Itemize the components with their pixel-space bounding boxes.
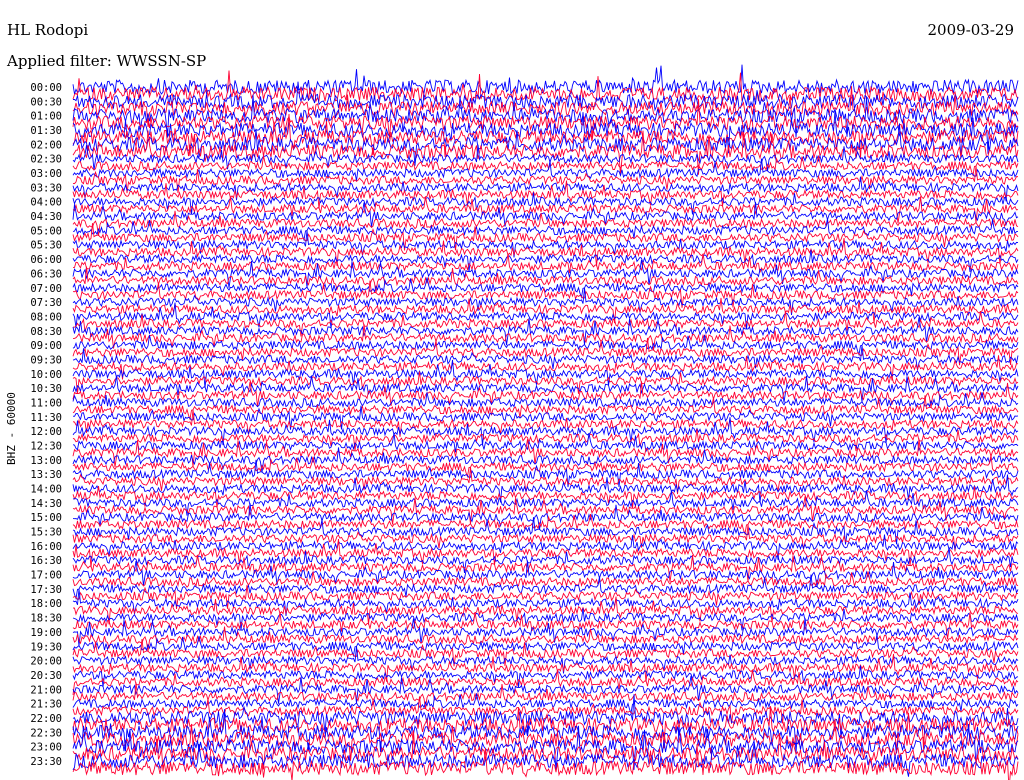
trace-43	[72, 381, 1019, 408]
time-tick-label: 20:00	[30, 656, 62, 668]
helicorder-chart: 00:00 00:30 01:00 01:30 02:00 02:30 03:00 03:30…	[30, 64, 1019, 780]
trace-27	[72, 266, 1019, 294]
time-tick-label: 04:30	[30, 211, 62, 223]
time-tick-label: 00:30	[30, 96, 62, 108]
trace-0	[72, 64, 1019, 96]
trace-42	[72, 375, 1019, 403]
time-tick-label: 06:00	[30, 254, 62, 266]
time-tick-label: 10:30	[30, 383, 62, 395]
time-tick-label: 15:00	[30, 512, 62, 524]
time-tick-label: 07:00	[30, 283, 62, 295]
time-tick-label: 08:30	[30, 326, 62, 338]
trace-52	[72, 447, 1019, 473]
trace-85	[72, 682, 1019, 710]
trace-45	[72, 395, 1019, 421]
trace-39	[72, 355, 1019, 381]
station-title: HL Rodopi	[7, 21, 89, 39]
time-tick-label: 14:00	[30, 484, 62, 496]
time-tick-label: 02:00	[30, 139, 62, 151]
time-tick-label: 01:00	[30, 111, 62, 123]
time-tick-label: 21:30	[30, 699, 62, 711]
time-tick-label: 22:30	[30, 727, 62, 739]
time-tick-label: 15:30	[30, 527, 62, 539]
time-tick-label: 07:30	[30, 297, 62, 309]
trace-25	[72, 253, 1019, 274]
trace-90	[72, 709, 1019, 754]
time-tick-label: 05:00	[30, 225, 62, 237]
time-tick-label: 10:00	[30, 369, 62, 381]
time-tick-label: 21:00	[30, 684, 62, 696]
time-tick-label: 09:00	[30, 340, 62, 352]
trace-67	[72, 554, 1019, 582]
time-tick-label: 22:00	[30, 713, 62, 725]
trace-79	[72, 639, 1019, 667]
time-tick-label: 13:00	[30, 455, 62, 467]
time-tick-label: 23:30	[30, 756, 62, 768]
time-tick-label: 20:30	[30, 670, 62, 682]
time-tick-label: 23:00	[30, 742, 62, 754]
time-tick-label: 09:30	[30, 354, 62, 366]
date-label: 2009-03-29	[927, 21, 1014, 39]
time-tick-label: 16:30	[30, 555, 62, 567]
time-tick-label: 02:30	[30, 154, 62, 166]
time-tick-label: 11:00	[30, 397, 62, 409]
time-tick-label: 12:30	[30, 441, 62, 453]
channel-axis-label: BHZ - 60000	[5, 392, 18, 465]
filter-label: Applied filter: WWSSN-SP	[7, 52, 207, 70]
time-tick-label: 04:00	[30, 197, 62, 209]
time-tick-label: 19:00	[30, 627, 62, 639]
time-tick-label: 08:00	[30, 311, 62, 323]
trace-12	[72, 158, 1019, 181]
time-tick-label: 06:30	[30, 268, 62, 280]
time-tick-label: 11:30	[30, 412, 62, 424]
trace-48	[72, 417, 1019, 446]
time-tick-label: 18:00	[30, 598, 62, 610]
time-tick-label: 17:00	[30, 570, 62, 582]
time-tick-label: 19:30	[30, 641, 62, 653]
time-tick-label: 16:00	[30, 541, 62, 553]
time-tick-label: 12:00	[30, 426, 62, 438]
time-tick-label: 18:30	[30, 613, 62, 625]
time-tick-label: 17:30	[30, 584, 62, 596]
trace-33	[72, 310, 1019, 337]
time-tick-label: 05:30	[30, 240, 62, 252]
seismic-traces	[72, 64, 1019, 780]
time-tick-label: 13:30	[30, 469, 62, 481]
time-tick-label: 03:30	[30, 182, 62, 194]
time-tick-label: 14:30	[30, 498, 62, 510]
time-tick-labels: 00:00 00:30 01:00 01:30 02:00 02:30 03:00 03:30…	[30, 82, 62, 768]
trace-76	[72, 617, 1019, 646]
trace-68	[72, 560, 1019, 588]
trace-59	[72, 496, 1019, 525]
time-tick-label: 00:00	[30, 82, 62, 94]
time-tick-label: 03:00	[30, 168, 62, 180]
time-tick-label: 01:30	[30, 125, 62, 137]
